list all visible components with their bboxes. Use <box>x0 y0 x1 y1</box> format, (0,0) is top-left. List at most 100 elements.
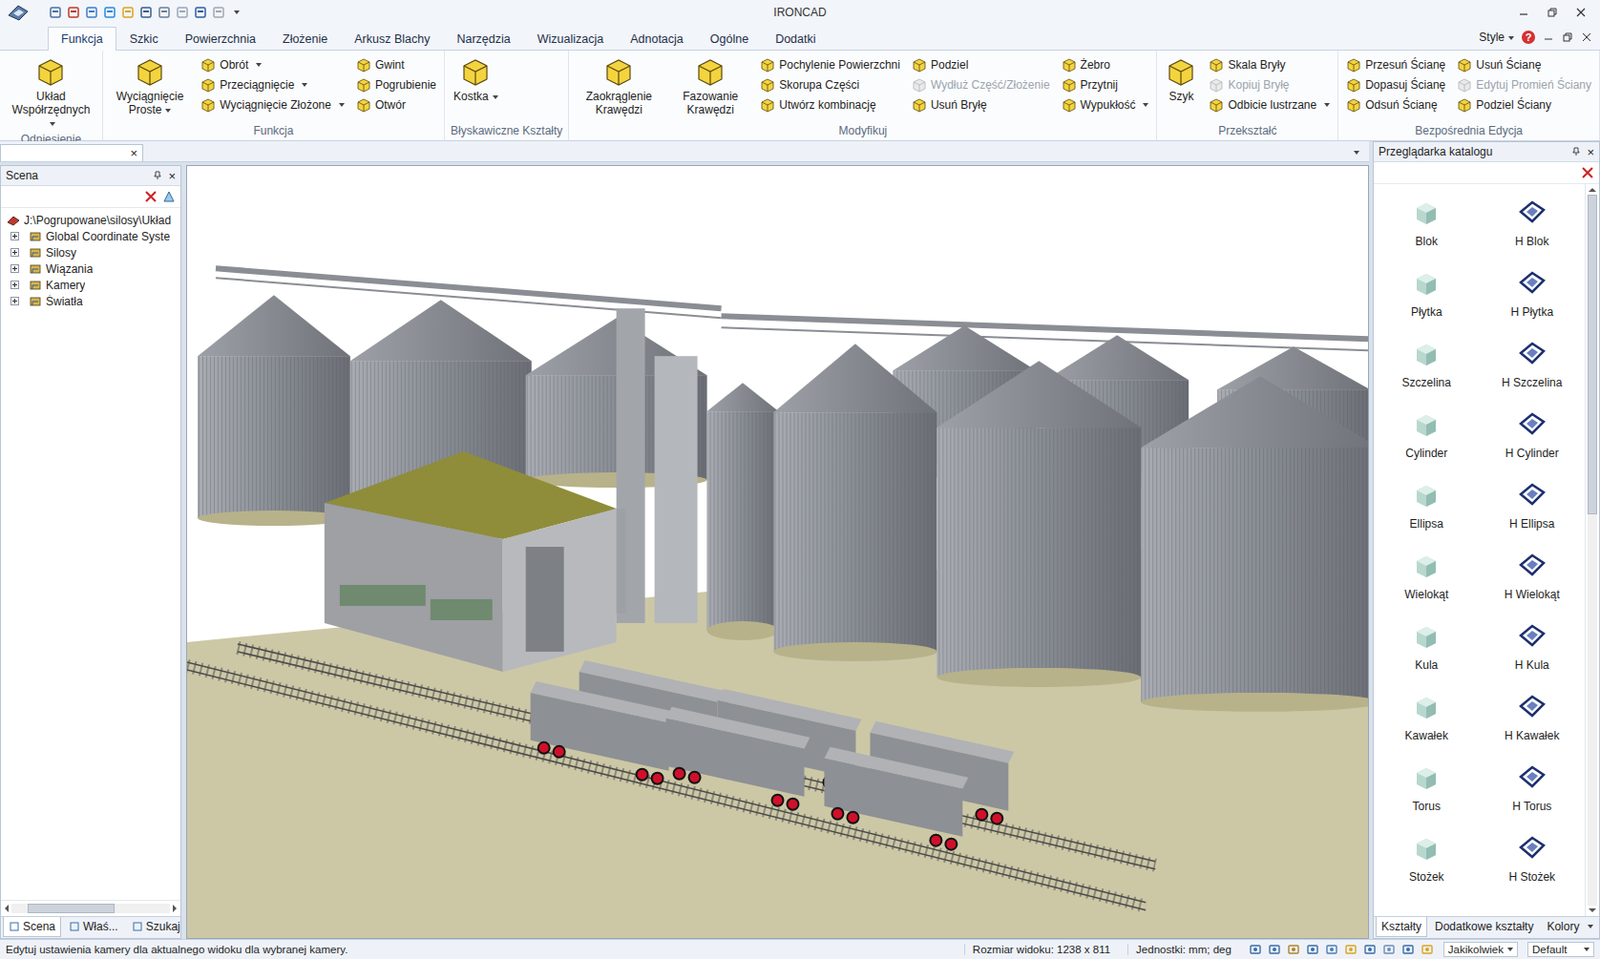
ribbon-small-button[interactable]: Pochylenie Powierzchni <box>757 54 903 75</box>
catalog-item[interactable]: H Wielokąt <box>1479 541 1586 612</box>
ribbon-small-button[interactable]: Usuń Bryłę <box>909 94 1053 115</box>
quick-access-icon[interactable] <box>84 5 99 20</box>
ribbon-small-button[interactable]: Edytuj Promień Ściany <box>1454 74 1594 95</box>
panel-tab[interactable]: Kształty <box>1375 917 1428 938</box>
catalog-item[interactable]: Torus <box>1373 753 1480 824</box>
doc-restore-icon[interactable] <box>1561 31 1574 43</box>
doc-close-icon[interactable] <box>1580 31 1593 43</box>
expander[interactable] <box>10 231 20 241</box>
catalog-item[interactable]: Cylinder <box>1373 400 1480 471</box>
ribbon-small-button[interactable]: Skala Bryły <box>1206 54 1332 75</box>
ribbon-small-button[interactable]: Przesuń Ścianę <box>1344 54 1448 75</box>
catalog-item[interactable]: Płytka <box>1373 258 1480 330</box>
panel-tab[interactable]: Właś... <box>63 917 125 938</box>
ribbon-large-button[interactable]: Szyk <box>1162 54 1200 106</box>
quick-access-icon[interactable] <box>66 5 81 20</box>
status-tool-icon[interactable] <box>1267 943 1282 957</box>
horizontal-scrollbar[interactable] <box>0 900 181 917</box>
tree-item[interactable]: Światła <box>4 293 181 310</box>
pin-icon[interactable] <box>152 170 163 181</box>
catalog-item[interactable]: Wielokąt <box>1373 541 1480 612</box>
quick-access-icon[interactable] <box>48 5 63 20</box>
status-tool-icon[interactable] <box>1248 943 1263 957</box>
ribbon-small-button[interactable]: Wypukłość <box>1059 94 1152 115</box>
filter-icon[interactable] <box>162 189 176 204</box>
catalog-item[interactable]: H Cylinder <box>1479 400 1586 471</box>
quick-access-icon[interactable] <box>211 5 226 20</box>
ribbon-tab[interactable]: Wizualizacja <box>524 26 617 50</box>
selection-filter-dropdown[interactable]: Jakikolwiek <box>1443 942 1518 958</box>
ribbon-small-button[interactable]: Otwór <box>354 94 439 115</box>
catalog-item[interactable]: H Blok <box>1479 188 1586 259</box>
ribbon-small-button[interactable]: Odsuń Ścianę <box>1344 94 1448 115</box>
panel-tab[interactable]: Szukaj <box>126 917 187 938</box>
ribbon-small-button[interactable]: Podziel Ściany <box>1454 94 1594 115</box>
ribbon-tab[interactable]: Narzędzia <box>442 26 524 50</box>
ribbon-small-button[interactable]: Wydłuż Część/Złożenie <box>909 74 1053 95</box>
ribbon-large-button[interactable]: Fazowanie Krawędzi <box>670 54 751 119</box>
ribbon-large-button[interactable]: Kostka <box>450 54 502 106</box>
catalog-item[interactable]: H Kawałek <box>1479 682 1586 754</box>
document-close-button[interactable]: × <box>129 147 138 160</box>
panel-tab[interactable]: Scena <box>2 917 62 938</box>
expander[interactable] <box>10 296 20 306</box>
panel-close-button[interactable]: × <box>1586 146 1595 159</box>
document-list-dropdown[interactable] <box>1353 150 1360 155</box>
ribbon-large-button[interactable]: Wyciągnięcie Proste <box>108 54 191 119</box>
status-tool-icon[interactable] <box>1325 943 1339 957</box>
style-menu[interactable]: Style <box>1478 30 1515 44</box>
tree-item[interactable]: Kamery <box>4 276 181 294</box>
help-button[interactable]: ? <box>1521 30 1536 44</box>
quick-access-icon[interactable] <box>139 5 153 20</box>
ribbon-small-button[interactable]: Pogrubienie <box>354 74 439 95</box>
catalog-item[interactable]: H Kula <box>1479 611 1586 683</box>
catalog-item[interactable]: H Płytka <box>1479 258 1586 330</box>
quick-access-icon[interactable] <box>157 5 171 20</box>
ribbon-small-button[interactable]: Utwórz kombinację <box>757 94 903 115</box>
tree-item[interactable]: Global Coordinate Syste <box>4 228 181 245</box>
catalog-item[interactable]: Szczelina <box>1373 329 1480 400</box>
ribbon-small-button[interactable]: Kopiuj Bryłę <box>1206 74 1332 95</box>
ribbon-tab[interactable]: Złożenie <box>269 26 341 50</box>
3d-viewport[interactable] <box>186 165 1369 940</box>
catalog-item[interactable]: Kula <box>1373 611 1480 683</box>
catalog-item[interactable]: Ellipsa <box>1373 470 1480 542</box>
ribbon-small-button[interactable]: Podziel <box>909 54 1053 75</box>
remove-icon[interactable] <box>1580 166 1595 180</box>
tree-item[interactable]: Silosy <box>4 244 181 261</box>
ribbon-small-button[interactable]: Usuń Ścianę <box>1454 54 1594 75</box>
status-tool-icon[interactable] <box>1344 943 1358 957</box>
quick-access-icon[interactable] <box>103 5 117 20</box>
clear-filter-icon[interactable] <box>144 189 158 204</box>
quick-access-icon[interactable] <box>121 5 135 20</box>
status-tool-icon[interactable] <box>1286 943 1301 957</box>
catalog-item[interactable]: H Szczelina <box>1479 329 1586 400</box>
expander[interactable] <box>10 264 20 274</box>
ribbon-small-button[interactable]: Wyciągnięcie Złożone <box>198 94 347 115</box>
ribbon-tab[interactable]: Arkusz Blachy <box>340 26 443 50</box>
pin-icon[interactable] <box>1571 147 1581 157</box>
expander[interactable] <box>10 280 20 290</box>
panel-close-button[interactable]: × <box>168 169 176 183</box>
restore-icon[interactable] <box>1546 6 1558 19</box>
catalog-item[interactable]: H Stożek <box>1479 823 1586 895</box>
ribbon-minimize-icon[interactable] <box>1542 31 1555 43</box>
document-tab[interactable]: × <box>0 144 144 162</box>
tree-item[interactable]: J:\Pogrupowane\silosy\Układ <box>4 211 181 229</box>
ribbon-small-button[interactable]: Dopasuj Ścianę <box>1344 74 1448 95</box>
ribbon-tab[interactable]: Dodatki <box>761 26 829 50</box>
ribbon-small-button[interactable]: Skorupa Części <box>757 74 903 95</box>
catalog-item[interactable]: H Torus <box>1479 753 1586 824</box>
minimize-icon[interactable] <box>1517 6 1530 19</box>
close-icon[interactable] <box>1575 6 1587 19</box>
ribbon-small-button[interactable]: Gwint <box>354 54 439 75</box>
status-tool-icon[interactable] <box>1420 943 1434 957</box>
vertical-scrollbar[interactable] <box>1584 184 1600 917</box>
ribbon-large-button[interactable]: Układ Współrzędnych <box>5 54 97 132</box>
catalog-item[interactable]: Stożek <box>1373 823 1480 895</box>
ribbon-large-button[interactable]: Zaokrąglenie Krawędzi <box>574 54 663 119</box>
ironcad-logo-icon[interactable] <box>5 1 31 23</box>
tabs-dropdown[interactable] <box>1587 925 1594 929</box>
tree-item[interactable]: Wiązania <box>4 260 181 277</box>
catalog-item[interactable]: Kawałek <box>1373 682 1480 754</box>
